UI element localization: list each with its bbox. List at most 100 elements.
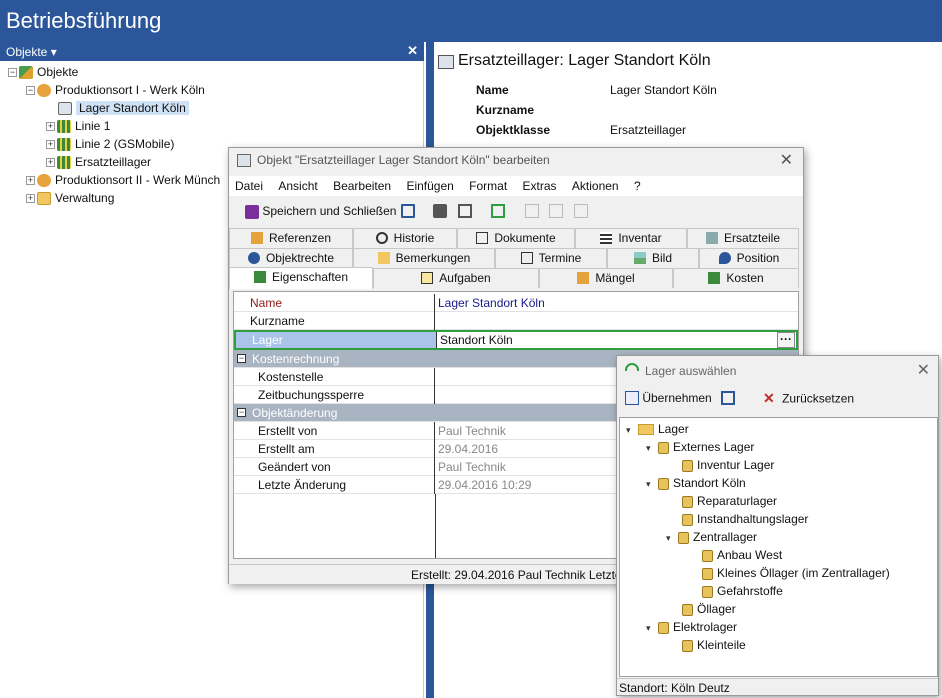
tree-item-label: Gefahrstoffe	[717, 584, 783, 598]
print-preview-icon[interactable]	[458, 204, 472, 218]
expand-arrow-icon[interactable]: ▾	[646, 619, 658, 637]
tab-dokumente[interactable]: Dokumente	[457, 228, 575, 248]
expand-arrow-icon[interactable]: ▾	[626, 421, 638, 439]
menu-aktionen[interactable]: Aktionen	[572, 179, 619, 193]
tab-eigenschaften[interactable]: Eigenschaften	[229, 267, 373, 289]
tree-item-label: Linie 1	[75, 119, 111, 133]
apply-label: Übernehmen	[642, 390, 712, 405]
tab-historie[interactable]: Historie	[353, 228, 457, 248]
warehouse-item-reparaturlager[interactable]: Reparaturlager	[682, 492, 777, 510]
folder-icon	[37, 192, 51, 206]
tab-ersatzteile[interactable]: Ersatzteile	[687, 228, 799, 248]
tree-item-linie-1[interactable]: + Linie 1	[8, 117, 418, 135]
tab-objektrechte[interactable]: Objektrechte	[229, 248, 353, 268]
warehouse-item-inventur-lager[interactable]: Inventur Lager	[682, 456, 774, 474]
tree-item-objekte[interactable]: − Objekte	[8, 63, 418, 81]
object-pane-title[interactable]: Objekte ▾	[6, 45, 57, 59]
tab-maengel[interactable]: Mängel	[539, 268, 673, 288]
warehouse-item-externes-lager[interactable]: ▾ Externes Lager	[646, 438, 754, 456]
exit-icon[interactable]	[721, 390, 736, 405]
field-value-objektklasse: Ersatzteillager	[610, 123, 687, 137]
menu-einfuegen[interactable]: Einfügen	[406, 179, 453, 193]
object-pane-header[interactable]: Objekte ▾ ✕	[0, 42, 424, 61]
tab-aufgaben[interactable]: Aufgaben	[373, 268, 539, 288]
tab-bemerkungen[interactable]: Bemerkungen	[353, 248, 495, 268]
prop-value: 29.04.2016 10:29	[438, 478, 532, 492]
tab-position[interactable]: Position	[699, 248, 799, 268]
apply-button[interactable]: Übernehmen	[625, 390, 765, 410]
prop-value[interactable]: Lager Standort Köln	[436, 294, 545, 312]
prop-row-name[interactable]: Name Lager Standort Köln	[234, 294, 798, 312]
warehouse-item-anbau-west[interactable]: Anbau West	[702, 546, 782, 564]
tab-label: Objektrechte	[265, 251, 335, 265]
expand-arrow-icon[interactable]: ▾	[646, 439, 658, 457]
collapse-icon[interactable]: −	[26, 86, 35, 96]
tree-item-produktionsort-1[interactable]: − Produktionsort I - Werk Köln	[8, 81, 418, 99]
warehouse-item-gefahrstoffe[interactable]: Gefahrstoffe	[702, 582, 783, 600]
prop-value[interactable]	[436, 312, 438, 330]
tab-referenzen[interactable]: Referenzen	[229, 228, 353, 248]
prop-label: Erstellt von	[234, 422, 435, 440]
expand-icon[interactable]: +	[46, 140, 55, 150]
costs-icon	[708, 272, 721, 284]
copy-icon[interactable]	[525, 204, 539, 218]
warehouse-item-zentrallager[interactable]: ▾ Zentrallager	[666, 528, 757, 546]
tab-label: Dokumente	[494, 231, 556, 245]
tree-item-lager-standort-koeln[interactable]: Lager Standort Köln	[8, 99, 418, 117]
warehouse-item-instandhaltungslager[interactable]: Instandhaltungslager	[682, 510, 808, 528]
expand-icon[interactable]: +	[46, 158, 55, 168]
warehouse-icon	[702, 549, 713, 562]
reset-label: Zurücksetzen	[782, 391, 855, 406]
expand-icon[interactable]: +	[26, 176, 35, 186]
browse-button[interactable]: ···	[777, 332, 795, 348]
menu-extras[interactable]: Extras	[523, 179, 557, 193]
tab-inventar[interactable]: Inventar	[575, 228, 687, 248]
prop-value[interactable]: Standort Köln	[438, 332, 513, 348]
prop-value[interactable]	[436, 386, 438, 404]
menu-format[interactable]: Format	[469, 179, 507, 193]
expand-icon[interactable]: +	[46, 122, 55, 132]
print-icon[interactable]	[433, 204, 447, 218]
save-close-label: Speichern und Schließen	[262, 204, 397, 218]
menu-help[interactable]: ?	[634, 179, 641, 193]
tab-kosten[interactable]: Kosten	[673, 268, 799, 288]
tree-item-label: Ersatzteillager	[75, 155, 152, 169]
reset-button[interactable]: ✕ Zurücksetzen	[763, 390, 883, 410]
warehouse-item-standort-koeln[interactable]: ▾ Standort Köln	[646, 474, 746, 492]
close-icon[interactable]: ✕	[407, 43, 418, 59]
status-text: Erstellt: 29.04.2016 Paul Technik Letzte	[411, 568, 622, 582]
exit-icon[interactable]	[401, 204, 415, 218]
expand-arrow-icon[interactable]: ▾	[666, 529, 678, 547]
save-close-button[interactable]: Speichern und Schließen	[245, 202, 396, 220]
prop-row-lager[interactable]: Lager Standort Köln ···	[234, 330, 798, 350]
prop-value[interactable]	[436, 368, 438, 386]
tab-label: Kosten	[726, 271, 764, 285]
close-icon[interactable]: ✕	[780, 150, 793, 170]
warehouse-item-lager[interactable]: ▾ Lager	[626, 420, 689, 438]
expand-icon[interactable]: +	[26, 194, 35, 204]
add-icon[interactable]	[549, 204, 563, 218]
warehouse-icon	[58, 102, 72, 116]
tab-bild[interactable]: Bild	[607, 248, 699, 268]
warehouse-icon	[237, 154, 251, 167]
menu-datei[interactable]: Datei	[235, 179, 263, 193]
expand-arrow-icon[interactable]: ▾	[646, 475, 658, 493]
warehouse-item-kleinteile[interactable]: Kleinteile	[682, 636, 746, 654]
menu-bearbeiten[interactable]: Bearbeiten	[333, 179, 391, 193]
tree-item-label: Produktionsort I - Werk Köln	[55, 83, 205, 97]
tree-item-label: Instandhaltungslager	[697, 512, 809, 526]
warehouse-item-elektrolager[interactable]: ▾ Elektrolager	[646, 618, 737, 636]
close-icon[interactable]: ✕	[917, 360, 930, 380]
prop-label: Lager	[236, 332, 437, 348]
warehouse-item-kleines-oellager[interactable]: Kleines Öllager (im Zentrallager)	[702, 564, 890, 582]
collapse-icon[interactable]: −	[8, 68, 17, 78]
prop-row-kurzname[interactable]: Kurzname	[234, 312, 798, 330]
attach-icon[interactable]	[574, 204, 588, 218]
tab-termine[interactable]: Termine	[495, 248, 607, 268]
menu-ansicht[interactable]: Ansicht	[278, 179, 317, 193]
field-label-name: Name	[476, 83, 509, 97]
tree-item-label: Zentrallager	[693, 530, 758, 544]
warehouse-icon	[682, 459, 693, 472]
warehouse-item-oellager[interactable]: Öllager	[682, 600, 736, 618]
refresh-icon[interactable]	[491, 204, 505, 218]
